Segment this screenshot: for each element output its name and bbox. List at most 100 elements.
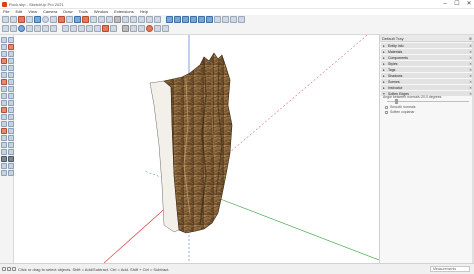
- warehouse-icon[interactable]: [130, 25, 137, 32]
- pin-icon[interactable]: ⊕: [469, 36, 472, 41]
- display-section-icon[interactable]: [222, 16, 229, 23]
- expand-arrow-icon: ▸: [383, 56, 385, 60]
- hidden-line-icon[interactable]: [86, 25, 93, 32]
- 3d-text-tool-icon[interactable]: [154, 16, 161, 23]
- freehand-tool-icon[interactable]: [26, 16, 33, 23]
- section-cuts-icon[interactable]: [230, 16, 237, 23]
- maximize-button[interactable]: ☐: [454, 1, 460, 7]
- status-bar: Click or drag to select objects. Shift =…: [0, 263, 474, 274]
- push-pull-tool-icon[interactable]: [74, 16, 81, 23]
- window-controls: – ☐ ✕: [442, 1, 472, 7]
- rotate-icon[interactable]: [1, 100, 7, 106]
- axes-tool-icon[interactable]: [146, 16, 153, 23]
- expand-arrow-icon: ▸: [383, 86, 385, 90]
- offset-tool-icon[interactable]: [106, 16, 113, 23]
- scale-icon[interactable]: [1, 107, 7, 113]
- make-component-icon[interactable]: [1, 44, 7, 50]
- axes-icon[interactable]: [1, 128, 7, 134]
- soften-edges-content: Angle between normals: 20.0 degrees Smoo…: [381, 95, 474, 117]
- pie-tool-icon[interactable]: [66, 16, 73, 23]
- status-icons: [2, 267, 16, 271]
- shaded-icon[interactable]: [94, 25, 101, 32]
- close-button[interactable]: ✕: [466, 1, 472, 7]
- expand-arrow-icon: ▸: [383, 68, 385, 72]
- sandbox-icon[interactable]: [1, 170, 7, 176]
- rotate-tool-icon[interactable]: [90, 16, 97, 23]
- arc-tool-icon[interactable]: [58, 16, 65, 23]
- select-tool-icon[interactable]: [2, 16, 9, 23]
- three-point-arc-icon[interactable]: [1, 86, 7, 92]
- smooth-normals-label: Smooth normals: [390, 105, 416, 109]
- scale-tool-icon[interactable]: [98, 16, 105, 23]
- line-tool-icon[interactable]: [18, 16, 25, 23]
- polygon-tool-icon[interactable]: [50, 16, 57, 23]
- line-icon[interactable]: [1, 58, 7, 64]
- zoom-window-icon[interactable]: [42, 25, 49, 32]
- zoom-tool-icon[interactable]: [34, 25, 41, 32]
- components-icon[interactable]: [122, 25, 129, 32]
- layout-icon[interactable]: [154, 25, 161, 32]
- extension-warehouse-icon[interactable]: [138, 25, 145, 32]
- rectangle-tool-icon[interactable]: [34, 16, 41, 23]
- extension-manager-icon[interactable]: [162, 25, 169, 32]
- user-icon[interactable]: [12, 267, 16, 271]
- toolbar-row-2: [2, 25, 169, 32]
- top-view-icon[interactable]: [174, 16, 181, 23]
- model-canvas: [103, 35, 379, 263]
- protractor-tool-icon[interactable]: [130, 16, 137, 23]
- wireframe-icon[interactable]: [78, 25, 85, 32]
- open-file-icon[interactable]: [10, 25, 17, 32]
- title-bar: Rock.skp - SketchUp Pro 2021 – ☐ ✕: [0, 0, 474, 9]
- eraser-icon[interactable]: [1, 51, 7, 57]
- credits-icon[interactable]: [7, 267, 11, 271]
- new-file-icon[interactable]: [2, 25, 9, 32]
- back-view-icon[interactable]: [198, 16, 205, 23]
- orbit-tool-icon[interactable]: [18, 25, 25, 32]
- section-plane-icon[interactable]: [214, 16, 221, 23]
- dimension-tool-icon[interactable]: [122, 16, 129, 23]
- move-icon[interactable]: [1, 93, 7, 99]
- circle-icon[interactable]: [1, 72, 7, 78]
- orbit-icon[interactable]: [1, 135, 7, 141]
- position-camera-icon[interactable]: [1, 156, 7, 162]
- panel-label: Entity Info: [388, 44, 404, 48]
- tray-header: Default Tray ⊕: [380, 35, 474, 42]
- soften-coplanar-checkbox[interactable]: [385, 111, 388, 114]
- measurements-box[interactable]: Measurements: [430, 266, 470, 272]
- angle-label: Angle between normals:: [383, 95, 421, 99]
- ruby-console-icon[interactable]: [146, 25, 153, 32]
- tool-grid: [1, 37, 14, 176]
- tape-measure-icon[interactable]: [1, 114, 7, 120]
- section-fill-icon[interactable]: [238, 16, 245, 23]
- pan-tool-icon[interactable]: [26, 25, 33, 32]
- rectangle-icon[interactable]: [1, 65, 7, 71]
- toolbar-separator: [118, 25, 121, 32]
- zoom-icon[interactable]: [1, 142, 7, 148]
- shaded-textures-icon[interactable]: [102, 25, 109, 32]
- zoom-extents-icon[interactable]: [1, 149, 7, 155]
- drawing-area[interactable]: [14, 35, 379, 263]
- zoom-extents-icon[interactable]: [50, 25, 57, 32]
- move-tool-icon[interactable]: [82, 16, 89, 23]
- text-tool-icon[interactable]: [138, 16, 145, 23]
- iso-view-icon[interactable]: [166, 16, 173, 23]
- circle-tool-icon[interactable]: [42, 16, 49, 23]
- xray-style-icon[interactable]: [62, 25, 69, 32]
- select-icon[interactable]: [1, 37, 7, 43]
- front-view-icon[interactable]: [182, 16, 189, 23]
- arc-icon[interactable]: [1, 79, 7, 85]
- monochrome-icon[interactable]: [110, 25, 117, 32]
- eraser-tool-icon[interactable]: [10, 16, 17, 23]
- walk-icon[interactable]: [1, 163, 7, 169]
- right-view-icon[interactable]: [190, 16, 197, 23]
- protractor-icon[interactable]: [1, 121, 7, 127]
- tape-measure-icon[interactable]: [114, 16, 121, 23]
- minimize-button[interactable]: –: [442, 1, 448, 7]
- angle-slider-track[interactable]: [387, 101, 469, 102]
- left-view-icon[interactable]: [206, 16, 213, 23]
- geo-location-icon[interactable]: [2, 267, 6, 271]
- back-edges-icon[interactable]: [70, 25, 77, 32]
- expand-arrow-icon: ▸: [383, 44, 385, 48]
- angle-slider-handle[interactable]: [394, 99, 398, 104]
- smooth-normals-checkbox[interactable]: [385, 106, 388, 109]
